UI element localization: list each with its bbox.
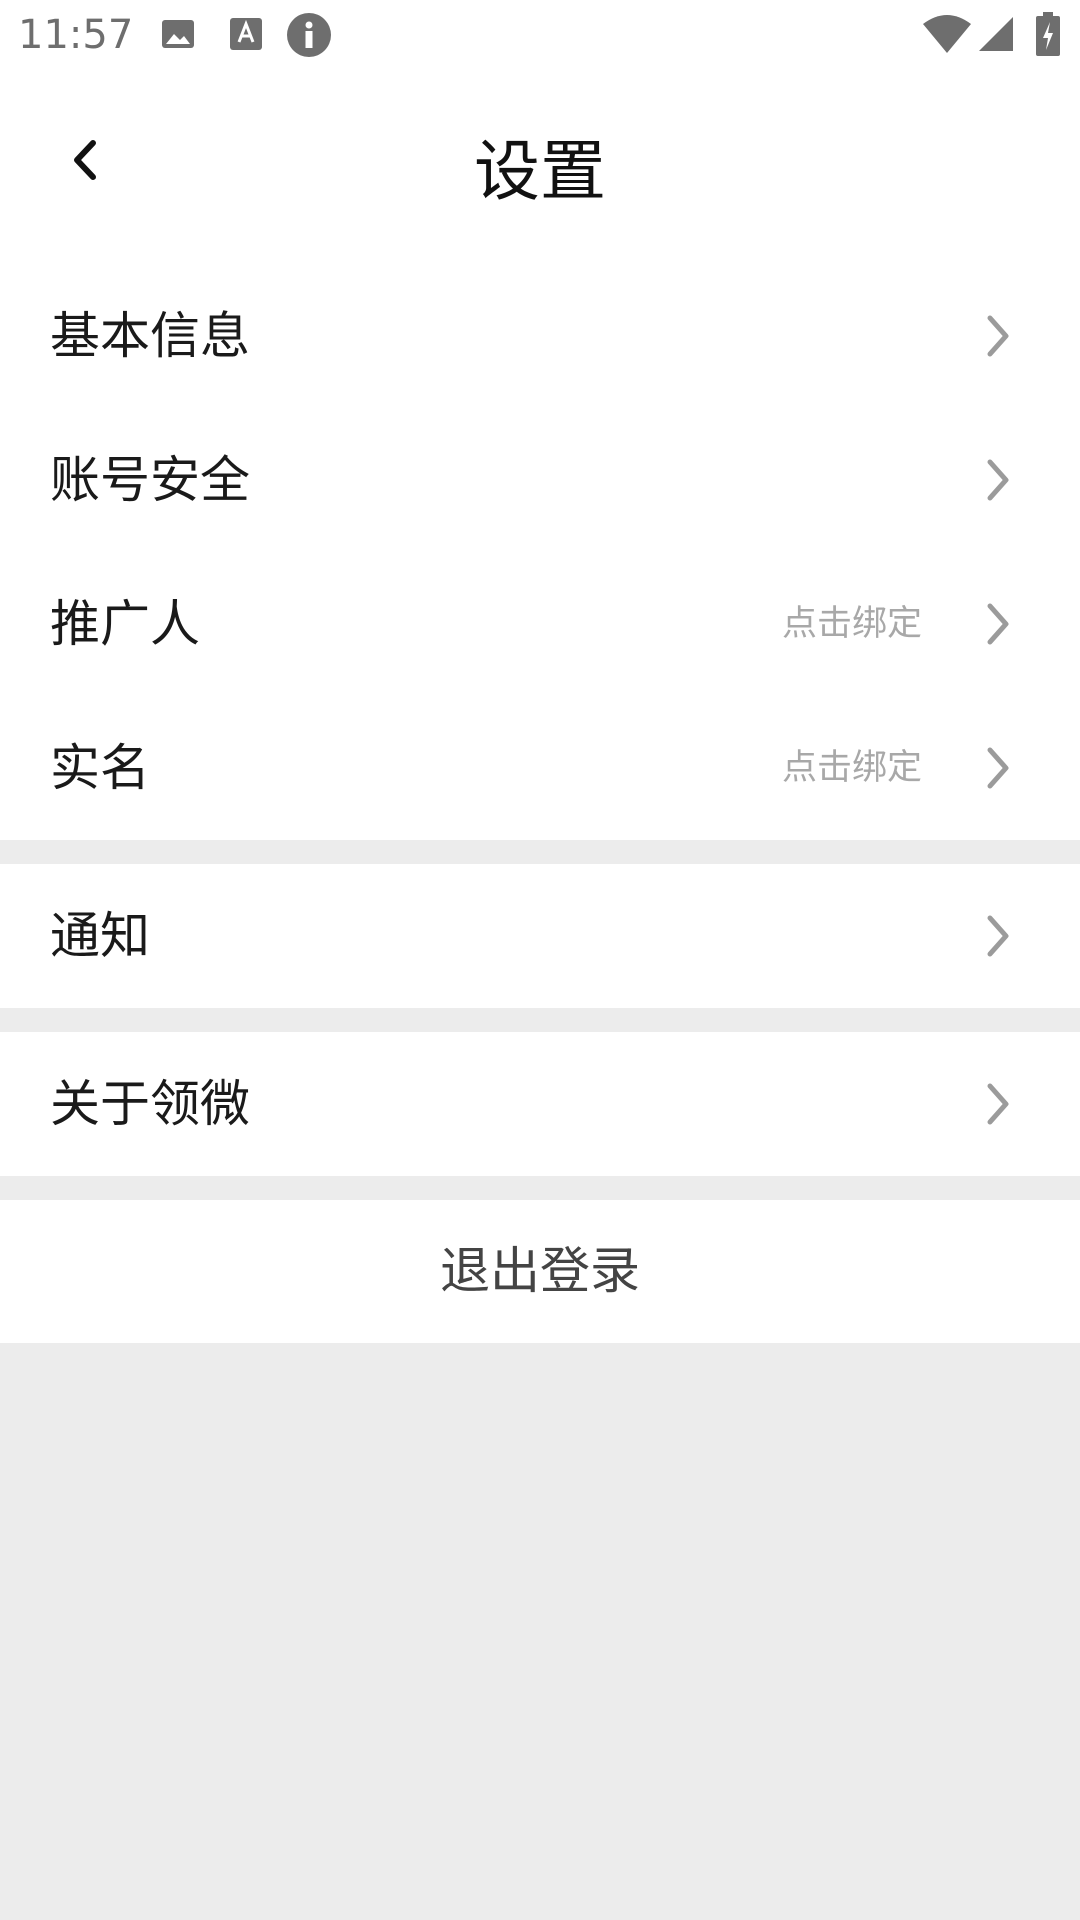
chevron-right-icon: [987, 459, 1009, 501]
text-notification-icon: [228, 16, 264, 56]
settings-item-account-security[interactable]: 账号安全: [0, 408, 1080, 552]
settings-item-label: 推广人: [50, 595, 200, 653]
settings-screen: 11:57 设置 基本信息 账号安全 推广人 点击绑定 实名 点击绑定 通知 关…: [0, 0, 1080, 1920]
settings-item-label: 通知: [50, 907, 150, 965]
battery-charging-icon: [1036, 12, 1060, 60]
chevron-right-icon: [987, 747, 1009, 789]
chevron-right-icon: [987, 603, 1009, 645]
settings-item-label: 实名: [50, 739, 150, 797]
page-title: 设置: [474, 133, 606, 210]
settings-item-label: 基本信息: [50, 307, 250, 365]
cellular-signal-icon: [978, 16, 1014, 56]
settings-item-notifications[interactable]: 通知: [0, 864, 1080, 1008]
status-bar: 11:57: [0, 0, 1080, 72]
chevron-right-icon: [987, 315, 1009, 357]
chevron-right-icon: [987, 915, 1009, 957]
settings-item-hint: 点击绑定: [781, 604, 922, 644]
settings-item-label: 关于领微: [50, 1075, 250, 1133]
image-notification-icon: [160, 16, 196, 56]
chevron-right-icon: [987, 1083, 1009, 1125]
settings-item-about[interactable]: 关于领微: [0, 1032, 1080, 1176]
status-time: 11:57: [18, 12, 134, 58]
settings-item-hint: 点击绑定: [781, 748, 922, 788]
settings-item-promoter[interactable]: 推广人 点击绑定: [0, 552, 1080, 696]
settings-item-basic-info[interactable]: 基本信息: [0, 264, 1080, 408]
info-notification-icon: [286, 12, 332, 62]
logout-button[interactable]: 退出登录: [0, 1200, 1080, 1343]
wifi-icon: [922, 14, 972, 58]
header: 设置: [0, 72, 1080, 262]
settings-item-real-name[interactable]: 实名 点击绑定: [0, 696, 1080, 840]
settings-item-label: 账号安全: [50, 451, 250, 509]
